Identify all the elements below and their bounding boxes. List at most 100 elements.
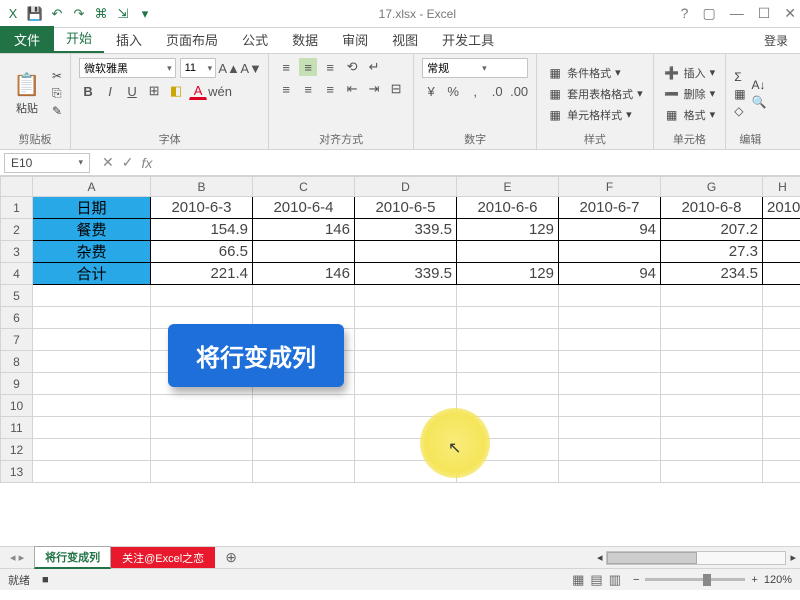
font-color-icon[interactable]: A: [189, 82, 207, 100]
cell[interactable]: [253, 395, 355, 417]
cell[interactable]: [33, 329, 151, 351]
sheet-tab-1[interactable]: 将行变成列: [34, 546, 111, 569]
tab-formulas[interactable]: 公式: [230, 26, 280, 53]
row-head[interactable]: 12: [1, 439, 33, 461]
cell[interactable]: [355, 373, 457, 395]
chevron-down-icon[interactable]: ▾: [164, 63, 175, 74]
formula-input[interactable]: [160, 153, 800, 173]
cell[interactable]: 146: [253, 263, 355, 285]
row-head[interactable]: 13: [1, 461, 33, 483]
col-head-D[interactable]: D: [355, 177, 457, 197]
grid-row[interactable]: 9: [1, 373, 800, 395]
grow-font-icon[interactable]: A▲: [220, 59, 238, 77]
chevron-down-icon[interactable]: ▾: [205, 63, 216, 74]
align-middle-icon[interactable]: ≡: [299, 58, 317, 76]
cell[interactable]: [33, 395, 151, 417]
select-all-corner[interactable]: [1, 177, 33, 197]
row-head[interactable]: 6: [1, 307, 33, 329]
table-format-button[interactable]: ▦套用表格格式 ▾: [545, 85, 645, 103]
cell[interactable]: [457, 351, 559, 373]
grid-row[interactable]: 3杂费66.527.3: [1, 241, 800, 263]
border-icon[interactable]: ⊞: [145, 82, 163, 100]
col-head-E[interactable]: E: [457, 177, 559, 197]
grid-row[interactable]: 12: [1, 439, 800, 461]
row-head[interactable]: 3: [1, 241, 33, 263]
align-left-icon[interactable]: ≡: [277, 80, 295, 98]
cell[interactable]: [151, 417, 253, 439]
cell[interactable]: [661, 351, 763, 373]
cell[interactable]: [661, 373, 763, 395]
number-format-input[interactable]: [423, 62, 479, 74]
cell[interactable]: [763, 373, 800, 395]
cell[interactable]: 合计: [33, 263, 151, 285]
autosum-icon[interactable]: Σ: [734, 70, 745, 84]
cell[interactable]: 2010-6-6: [457, 197, 559, 219]
cell[interactable]: [457, 307, 559, 329]
merge-center-icon[interactable]: ⊟: [387, 80, 405, 98]
macro-record-icon[interactable]: ■: [42, 574, 49, 586]
sheet-nav[interactable]: ◂ ▸: [0, 551, 34, 564]
cell[interactable]: [763, 439, 800, 461]
orientation-icon[interactable]: ⟲: [343, 58, 361, 76]
col-head-F[interactable]: F: [559, 177, 661, 197]
chevron-down-icon[interactable]: ▾: [78, 157, 83, 168]
column-headers[interactable]: A B C D E F G H: [1, 177, 800, 197]
scroll-right-icon[interactable]: ▸: [790, 551, 796, 564]
cell[interactable]: 154.9: [151, 219, 253, 241]
grid-row[interactable]: 1日期2010-6-32010-6-42010-6-52010-6-62010-…: [1, 197, 800, 219]
row-head[interactable]: 1: [1, 197, 33, 219]
cell[interactable]: [661, 307, 763, 329]
cell[interactable]: [151, 439, 253, 461]
cell[interactable]: [253, 417, 355, 439]
zoom-thumb[interactable]: [703, 574, 711, 586]
format-painter-icon[interactable]: ✎: [52, 104, 62, 118]
cell[interactable]: [559, 395, 661, 417]
save-icon[interactable]: 💾: [26, 5, 44, 23]
cell[interactable]: 221.4: [151, 263, 253, 285]
tab-developer[interactable]: 开发工具: [430, 26, 506, 53]
cell[interactable]: [763, 329, 800, 351]
cell[interactable]: [661, 285, 763, 307]
decrease-decimal-icon[interactable]: .00: [510, 82, 528, 100]
bold-button[interactable]: B: [79, 82, 97, 100]
cell[interactable]: [33, 351, 151, 373]
page-layout-view-icon[interactable]: ▤: [590, 572, 602, 588]
fill-icon[interactable]: ▦: [734, 87, 745, 101]
cut-icon[interactable]: ✂: [52, 69, 62, 83]
cell[interactable]: [763, 351, 800, 373]
tab-pagelayout[interactable]: 页面布局: [154, 26, 230, 53]
cell[interactable]: [661, 417, 763, 439]
cell[interactable]: [559, 417, 661, 439]
grid-row[interactable]: 4合计221.4146339.512994234.5: [1, 263, 800, 285]
italic-button[interactable]: I: [101, 82, 119, 100]
ribbon-toggle-icon[interactable]: ▢: [702, 5, 715, 22]
cell[interactable]: 339.5: [355, 263, 457, 285]
cell[interactable]: [33, 373, 151, 395]
cell[interactable]: 66.5: [151, 241, 253, 263]
find-select-icon[interactable]: 🔍: [752, 95, 767, 109]
tab-home[interactable]: 开始: [54, 24, 104, 53]
cell[interactable]: 杂费: [33, 241, 151, 263]
cell[interactable]: [355, 241, 457, 263]
insert-cells-button[interactable]: ➕插入 ▾: [662, 64, 718, 82]
horizontal-scrollbar[interactable]: [606, 551, 786, 565]
tab-insert[interactable]: 插入: [104, 26, 154, 53]
cell[interactable]: [33, 417, 151, 439]
cell[interactable]: [763, 285, 800, 307]
clear-icon[interactable]: ◇: [734, 104, 745, 118]
grid-row[interactable]: 10: [1, 395, 800, 417]
col-head-A[interactable]: A: [33, 177, 151, 197]
cell[interactable]: [33, 439, 151, 461]
cell[interactable]: [763, 395, 800, 417]
cell[interactable]: [559, 461, 661, 483]
row-head[interactable]: 7: [1, 329, 33, 351]
cell[interactable]: 2010: [763, 197, 800, 219]
cell[interactable]: 餐费: [33, 219, 151, 241]
cell[interactable]: [33, 285, 151, 307]
cell[interactable]: [151, 395, 253, 417]
zoom-slider[interactable]: [645, 578, 745, 581]
cell[interactable]: 339.5: [355, 219, 457, 241]
underline-button[interactable]: U: [123, 82, 141, 100]
font-size-combo[interactable]: ▾: [180, 58, 217, 78]
redo-icon[interactable]: ↷: [70, 5, 88, 23]
